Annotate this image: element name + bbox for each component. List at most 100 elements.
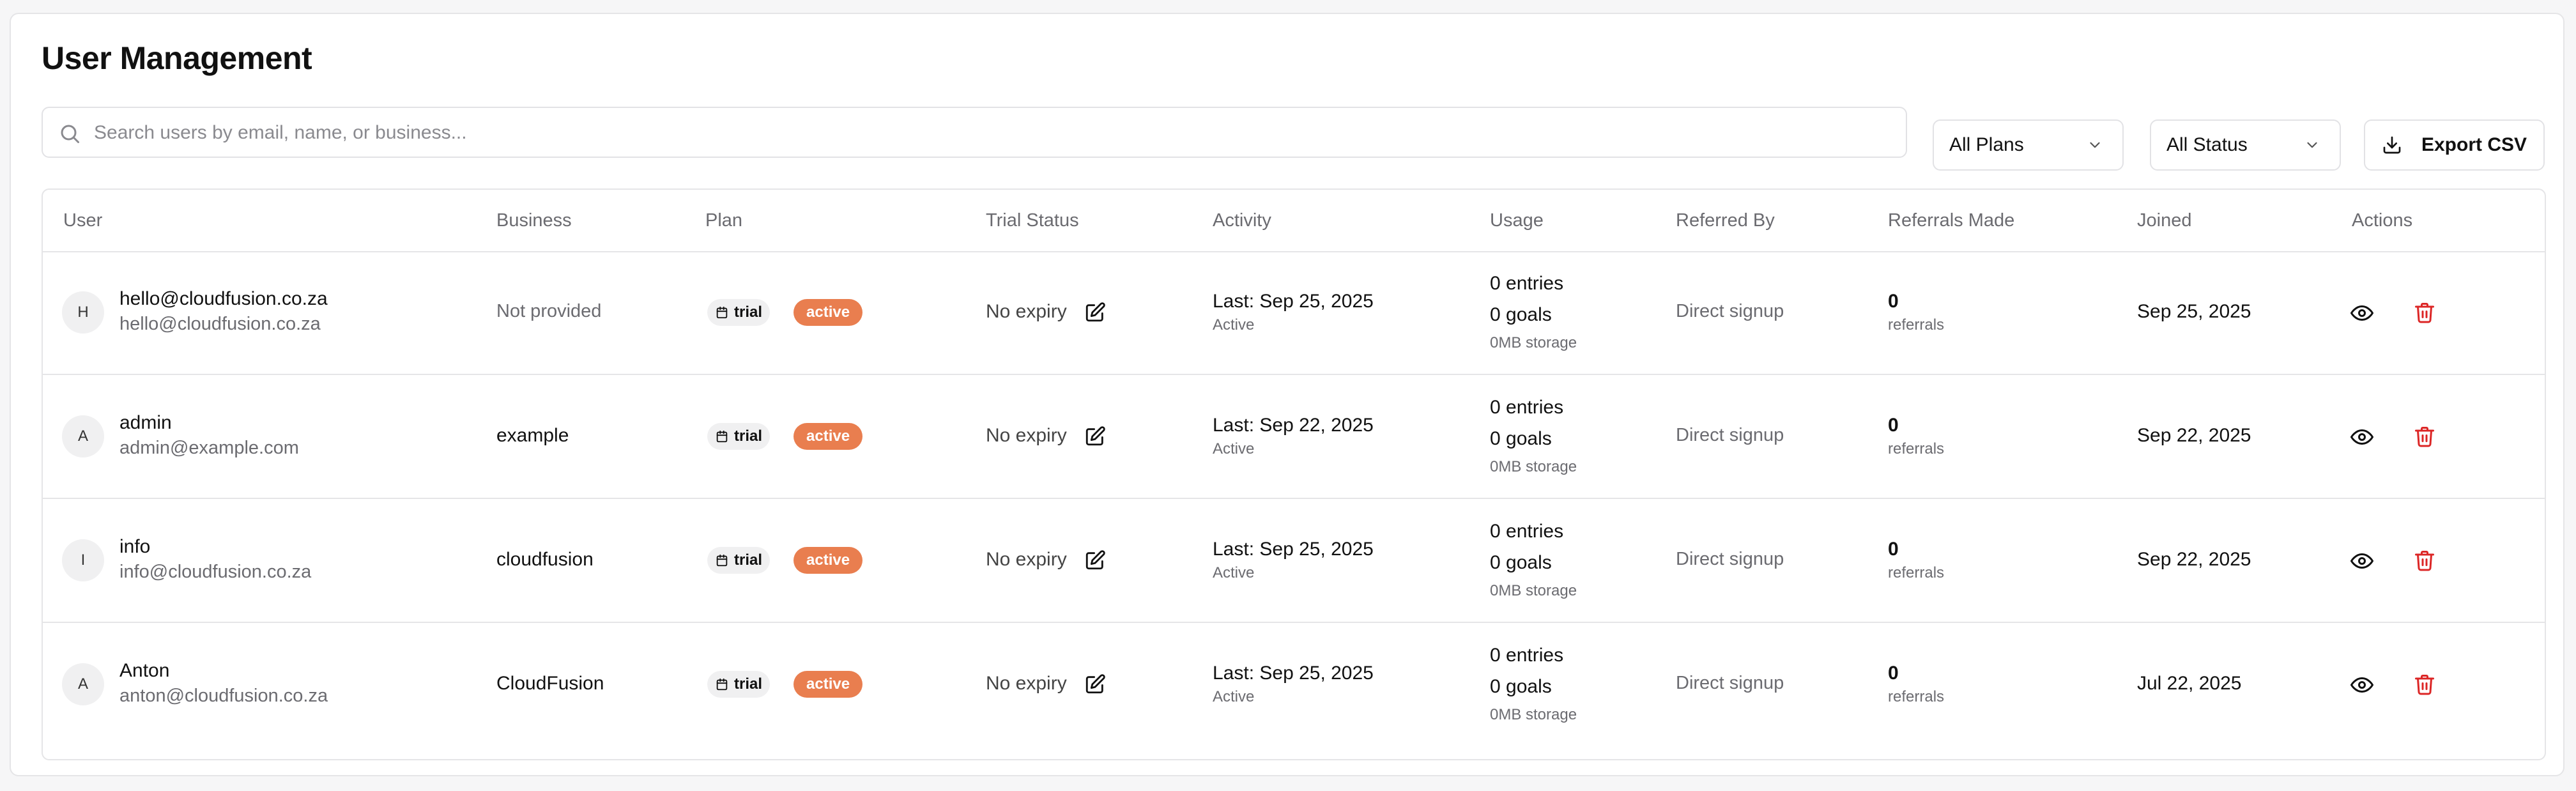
plan-filter-value: All Plans (1949, 134, 2024, 155)
plan-label: trial (734, 675, 763, 693)
edit-icon[interactable] (1084, 549, 1106, 571)
calendar-icon (716, 678, 728, 691)
trash-icon[interactable] (2413, 425, 2436, 448)
trash-icon[interactable] (2413, 673, 2436, 696)
trial-status: No expiry (986, 549, 1067, 570)
usage-storage: 0MB storage (1490, 582, 1577, 599)
trial-status: No expiry (986, 301, 1067, 322)
joined-date: Sep 25, 2025 (2137, 301, 2251, 322)
header-referrals-made: Referrals Made (1888, 210, 2015, 231)
eye-icon[interactable] (2350, 302, 2373, 325)
status-badge: active (793, 671, 863, 698)
page-title: User Management (42, 40, 312, 76)
usage-entries: 0 entries (1490, 645, 1564, 666)
header-activity: Activity (1213, 210, 1271, 231)
header-actions: Actions (2352, 210, 2413, 231)
trash-icon[interactable] (2413, 301, 2436, 324)
trash-icon[interactable] (2413, 549, 2436, 572)
activity-last: Last: Sep 22, 2025 (1213, 415, 1374, 436)
usage-goals: 0 goals (1490, 428, 1552, 449)
search-box[interactable] (42, 107, 1907, 158)
calendar-icon (716, 430, 728, 443)
activity-last: Last: Sep 25, 2025 (1213, 539, 1374, 560)
status-filter-value: All Status (2166, 134, 2248, 155)
edit-icon[interactable] (1084, 673, 1106, 695)
referred-by: Direct signup (1676, 673, 1784, 693)
user-name: admin (119, 412, 172, 433)
avatar: H (62, 291, 104, 334)
referrals-count: 0 (1888, 539, 1899, 560)
usage-storage: 0MB storage (1490, 458, 1577, 475)
avatar: A (62, 415, 104, 457)
referrals-count: 0 (1888, 415, 1899, 436)
search-input[interactable] (93, 113, 1897, 153)
chevron-down-icon (2090, 142, 2100, 148)
usage-entries: 0 entries (1490, 273, 1564, 294)
table-header: User Business Plan Trial Status Activity… (43, 190, 2545, 252)
eye-icon[interactable] (2350, 549, 2373, 572)
plan-label: trial (734, 551, 763, 569)
referrals-count: 0 (1888, 663, 1899, 684)
activity-last: Last: Sep 25, 2025 (1213, 663, 1374, 684)
plan-label: trial (734, 427, 763, 445)
business-name: cloudfusion (496, 549, 594, 570)
plan-label: trial (734, 303, 763, 321)
status-badge: active (793, 299, 863, 326)
status-filter-dropdown[interactable]: All Status (2150, 119, 2341, 171)
header-user: User (63, 210, 103, 231)
activity-state: Active (1213, 440, 1255, 457)
activity-state: Active (1213, 688, 1255, 705)
referrals-label: referrals (1888, 688, 1945, 705)
activity-state: Active (1213, 564, 1255, 581)
download-icon (2383, 136, 2401, 154)
header-trial-status: Trial Status (986, 210, 1079, 231)
user-name: info (119, 536, 151, 557)
business-name: example (496, 425, 569, 446)
table-row: A Anton anton@cloudfusion.co.za CloudFus… (43, 623, 2545, 747)
user-management-card: User Management All Plans All Status Exp… (10, 13, 2564, 776)
usage-entries: 0 entries (1490, 397, 1564, 418)
activity-state: Active (1213, 316, 1255, 334)
plan-badge: trial (707, 547, 770, 574)
plan-badge: trial (707, 299, 770, 326)
referrals-count: 0 (1888, 291, 1899, 312)
referred-by: Direct signup (1676, 301, 1784, 321)
usage-storage: 0MB storage (1490, 706, 1577, 723)
usage-goals: 0 goals (1490, 676, 1552, 697)
table-row: A admin admin@example.com example trial … (43, 375, 2545, 499)
referrals-label: referrals (1888, 316, 1945, 334)
business-name: Not provided (496, 301, 602, 321)
referrals-label: referrals (1888, 440, 1945, 457)
usage-goals: 0 goals (1490, 552, 1552, 573)
usage-storage: 0MB storage (1490, 334, 1577, 351)
chevron-down-icon (2307, 142, 2317, 148)
referred-by: Direct signup (1676, 425, 1784, 445)
export-csv-button[interactable]: Export CSV (2364, 119, 2545, 171)
search-icon (61, 125, 79, 143)
user-email: info@cloudfusion.co.za (119, 562, 312, 582)
business-name: CloudFusion (496, 673, 604, 694)
calendar-icon (716, 306, 728, 319)
plan-badge: trial (707, 671, 770, 698)
header-plan: Plan (705, 210, 743, 231)
export-csv-label: Export CSV (2421, 134, 2527, 155)
joined-date: Sep 22, 2025 (2137, 425, 2251, 446)
edit-icon[interactable] (1084, 302, 1106, 323)
calendar-icon (716, 554, 728, 567)
table-row: H hello@cloudfusion.co.za hello@cloudfus… (43, 251, 2545, 375)
trial-status: No expiry (986, 673, 1067, 694)
plan-filter-dropdown[interactable]: All Plans (1933, 119, 2124, 171)
user-email: admin@example.com (119, 438, 299, 458)
status-badge: active (793, 547, 863, 574)
usage-goals: 0 goals (1490, 304, 1552, 325)
header-referred-by: Referred By (1676, 210, 1775, 231)
avatar: I (62, 539, 104, 581)
edit-icon[interactable] (1084, 426, 1106, 447)
eye-icon[interactable] (2350, 426, 2373, 449)
usage-entries: 0 entries (1490, 521, 1564, 542)
user-email: hello@cloudfusion.co.za (119, 314, 321, 334)
eye-icon[interactable] (2350, 673, 2373, 696)
status-badge: active (793, 423, 863, 450)
user-name: hello@cloudfusion.co.za (119, 288, 328, 309)
joined-date: Sep 22, 2025 (2137, 549, 2251, 570)
